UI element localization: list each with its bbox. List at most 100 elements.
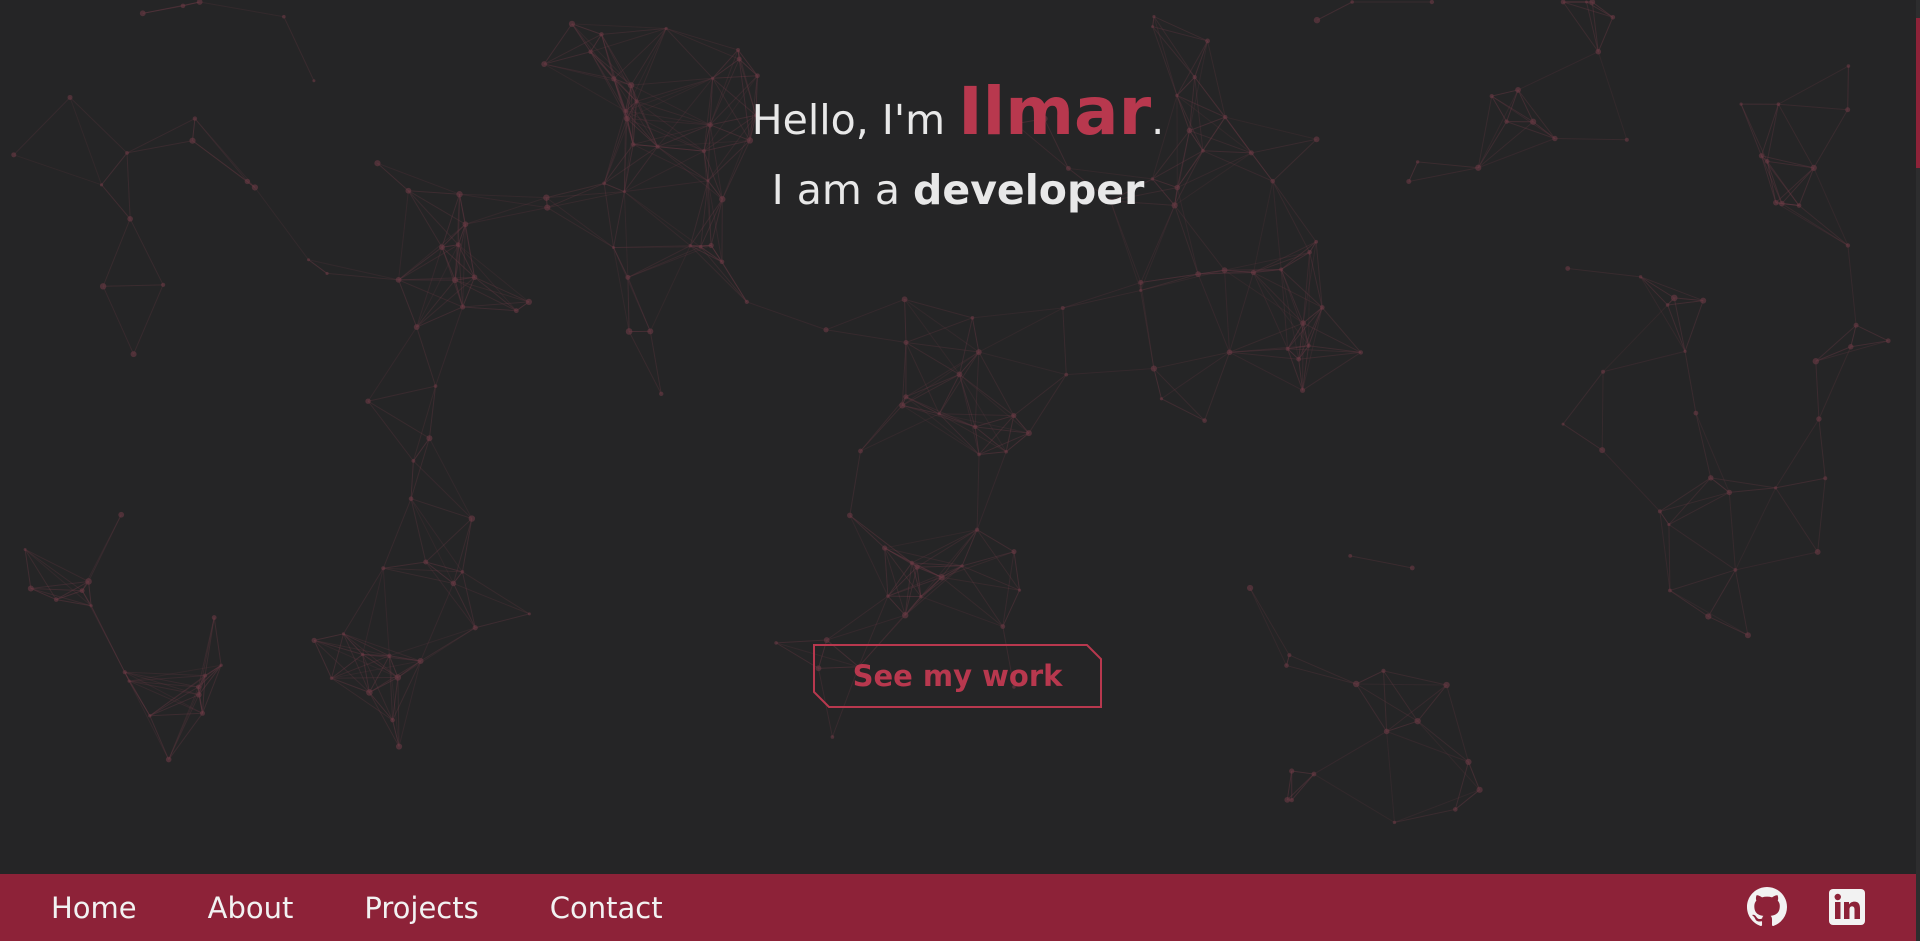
network-line bbox=[961, 529, 978, 567]
network-node bbox=[1667, 522, 1671, 527]
network-node bbox=[774, 641, 778, 645]
network-node bbox=[1764, 159, 1770, 164]
network-node bbox=[411, 459, 416, 463]
network-node bbox=[708, 242, 714, 249]
network-node bbox=[1383, 728, 1390, 735]
network-line bbox=[129, 218, 164, 286]
network-node bbox=[625, 274, 631, 280]
network-line bbox=[849, 515, 885, 549]
network-node bbox=[823, 327, 829, 333]
see-my-work-button[interactable]: See my work bbox=[813, 644, 1102, 708]
network-line bbox=[938, 351, 980, 415]
network-node bbox=[99, 283, 107, 290]
network-node bbox=[1226, 349, 1233, 356]
network-node bbox=[417, 657, 424, 664]
network-line bbox=[367, 385, 436, 402]
network-line bbox=[860, 405, 903, 452]
network-node bbox=[1744, 632, 1751, 639]
network-node bbox=[85, 578, 92, 585]
network-line bbox=[383, 561, 426, 569]
network-node bbox=[736, 56, 742, 62]
network-line bbox=[1454, 761, 1469, 810]
network-line bbox=[1321, 307, 1362, 353]
nav-item-projects[interactable]: Projects bbox=[364, 891, 478, 925]
network-node bbox=[1599, 447, 1606, 454]
network-line bbox=[1695, 412, 1730, 493]
network-line bbox=[1417, 720, 1480, 791]
scrollbar-thumb[interactable] bbox=[1916, 18, 1920, 168]
network-line bbox=[416, 326, 437, 387]
network-line bbox=[81, 590, 126, 673]
network-line bbox=[198, 694, 203, 714]
network-line bbox=[1855, 324, 1889, 342]
hero-greeting: Hello, I'm Ilmar. bbox=[0, 79, 1916, 150]
network-node bbox=[659, 391, 664, 397]
network-line bbox=[972, 307, 1063, 319]
network-line bbox=[1734, 487, 1777, 571]
network-node bbox=[1205, 38, 1210, 44]
network-node bbox=[937, 412, 941, 416]
network-line bbox=[613, 247, 651, 332]
network-line bbox=[397, 627, 476, 678]
network-line bbox=[410, 438, 430, 499]
network-line bbox=[849, 450, 861, 516]
network-node bbox=[1248, 150, 1254, 156]
network-node bbox=[1250, 269, 1257, 276]
network-node bbox=[211, 615, 217, 620]
network-node bbox=[311, 637, 317, 643]
network-node bbox=[395, 743, 403, 750]
see-my-work-label: See my work bbox=[852, 659, 1063, 693]
network-line bbox=[571, 23, 667, 29]
github-icon[interactable] bbox=[1747, 887, 1787, 927]
network-line bbox=[452, 583, 476, 628]
network-node bbox=[1311, 771, 1317, 777]
network-node bbox=[1683, 349, 1687, 353]
nav-item-contact[interactable]: Contact bbox=[550, 891, 663, 925]
network-line bbox=[959, 374, 1007, 453]
network-node bbox=[341, 632, 346, 636]
network-line bbox=[905, 317, 973, 343]
network-node bbox=[423, 559, 429, 565]
network-node bbox=[1296, 356, 1302, 362]
network-line bbox=[314, 633, 344, 641]
page: Hello, I'm Ilmar. I am a developer See m… bbox=[0, 0, 1920, 941]
network-node bbox=[664, 26, 668, 31]
network-node bbox=[1812, 358, 1820, 365]
network-node bbox=[903, 340, 909, 346]
network-line bbox=[1313, 731, 1387, 775]
network-line bbox=[428, 386, 437, 439]
network-node bbox=[455, 242, 461, 248]
network-line bbox=[1174, 205, 1199, 275]
network-line bbox=[1383, 670, 1419, 722]
network-node bbox=[199, 710, 205, 716]
network-line bbox=[1818, 418, 1826, 479]
network-line bbox=[939, 413, 1014, 417]
network-node bbox=[1004, 449, 1008, 454]
network-line bbox=[904, 299, 960, 375]
network-node bbox=[899, 402, 906, 409]
network-node bbox=[1000, 624, 1006, 629]
network-node bbox=[1429, 0, 1435, 5]
network-node bbox=[719, 259, 725, 265]
network-line bbox=[1356, 683, 1447, 686]
nav-item-about[interactable]: About bbox=[208, 891, 294, 925]
network-node bbox=[972, 424, 978, 430]
network-node bbox=[588, 49, 593, 54]
linkedin-icon[interactable] bbox=[1827, 887, 1867, 927]
network-node bbox=[698, 245, 703, 249]
network-node bbox=[360, 652, 365, 657]
network-line bbox=[326, 272, 399, 281]
network-node bbox=[1700, 297, 1707, 304]
role-prefix: I am a bbox=[771, 166, 914, 214]
nav-item-home[interactable]: Home bbox=[51, 891, 137, 925]
network-line bbox=[649, 331, 662, 394]
network-node bbox=[1060, 306, 1065, 311]
page-scrollbar[interactable] bbox=[1916, 0, 1920, 941]
network-node bbox=[1670, 294, 1678, 302]
network-node bbox=[1733, 568, 1738, 572]
network-line bbox=[1597, 17, 1614, 52]
network-node bbox=[1011, 412, 1017, 419]
network-node bbox=[89, 604, 93, 608]
network-node bbox=[1025, 430, 1032, 437]
network-line bbox=[825, 329, 907, 344]
